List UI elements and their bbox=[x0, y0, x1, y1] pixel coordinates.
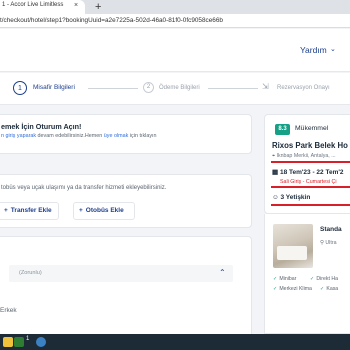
step-2-circle: 2 bbox=[143, 82, 154, 93]
signup-link[interactable]: üye olmak bbox=[104, 133, 129, 139]
login-text-end: için tıklayın bbox=[128, 133, 157, 139]
login-card: emek İçin Oturum Açın! n giriş yaparak d… bbox=[0, 114, 252, 154]
hotel-location: ⌖ Iknbap Merkii, Antalya, ... bbox=[272, 153, 336, 160]
add-bus-button[interactable]: + Otobüs Ekle bbox=[73, 202, 135, 220]
login-link[interactable]: n giriş yaparak bbox=[1, 133, 36, 139]
guest-count-text: 3 Yetişkin bbox=[280, 194, 311, 201]
file-explorer-icon[interactable] bbox=[3, 337, 13, 347]
hotel-location-text: Iknbap Merkii, Antalya, ... bbox=[276, 153, 336, 159]
hotel-name: Rixos Park Belek Ho bbox=[272, 141, 348, 150]
calendar-icon: ▦ bbox=[272, 169, 280, 176]
step-divider bbox=[88, 88, 138, 89]
notification-badge: 1 bbox=[26, 336, 30, 342]
check-icon: ✓ bbox=[320, 286, 325, 292]
step-1-label: Misafir Bilgileri bbox=[33, 84, 75, 91]
chevron-down-icon[interactable]: ⌄ bbox=[330, 45, 336, 53]
rating-badge: 8.3 bbox=[275, 124, 290, 135]
highlight-line bbox=[271, 161, 350, 163]
stay-dates: ▦ 18 Tem'23 - 22 Tem'2 bbox=[272, 168, 344, 176]
amenity-item: ✓ Kasa bbox=[320, 286, 338, 292]
amenity-item: ✓ Minibar bbox=[273, 276, 296, 282]
browser-tab[interactable]: 1 - Accor Live Limitless × bbox=[0, 0, 85, 14]
stay-dates-text: 18 Tem'23 - 22 Tem'2 bbox=[279, 169, 344, 176]
help-menu[interactable]: Yardım bbox=[300, 45, 327, 55]
check-icon: ✓ bbox=[273, 276, 278, 282]
room-board-text: Ultra bbox=[325, 240, 337, 246]
tab-title: 1 - Accor Live Limitless bbox=[2, 2, 64, 8]
login-text-mid: devam edebilirsiniz.Hemen bbox=[36, 133, 104, 139]
rating-label: Mükemmel bbox=[295, 125, 329, 132]
plus-icon: + bbox=[4, 207, 8, 214]
plus-icon: + bbox=[79, 207, 83, 214]
room-board: ⚲ Ultra bbox=[320, 240, 337, 246]
amenity-text: Direkt Ha bbox=[316, 276, 338, 282]
amenity-item: ✓ Direkt Ha bbox=[310, 276, 338, 282]
browser-icon[interactable] bbox=[36, 337, 46, 347]
transfer-card: tobüs veya uçak ulaşımı ya da transfer h… bbox=[0, 174, 252, 228]
site-header: Yardım ⌄ bbox=[0, 29, 350, 72]
amenity-text: Merkezi Klima bbox=[279, 286, 312, 292]
checkout-steps: 1 Misafir Bilgileri 2 Ödeme Bilgileri ⇲ … bbox=[0, 73, 350, 105]
highlight-line bbox=[271, 204, 350, 206]
add-bus-label: Otobüs Ekle bbox=[85, 207, 124, 214]
browser-tabbar: 1 - Accor Live Limitless × + bbox=[0, 0, 350, 14]
add-transfer-label: Transfer Ekle bbox=[10, 207, 52, 214]
room-name: Standa bbox=[320, 226, 342, 233]
step-2-label: Ödeme Bilgileri bbox=[159, 85, 200, 91]
add-transfer-button[interactable]: + Transfer Ekle bbox=[0, 202, 59, 220]
confirmation-icon: ⇲ bbox=[262, 82, 269, 91]
step-1-circle: 1 bbox=[13, 81, 27, 95]
amenity-text: Minibar bbox=[279, 276, 297, 282]
guest-info-card: (Zorunlu) ⌃ bbox=[0, 236, 252, 346]
step-3-label: Rezervasyon Onayı bbox=[277, 85, 330, 91]
new-tab-button[interactable]: + bbox=[95, 0, 101, 14]
check-icon: ✓ bbox=[310, 276, 315, 282]
os-taskbar: 1 bbox=[0, 334, 350, 350]
required-label: (Zorunlu) bbox=[19, 270, 42, 276]
close-tab-icon[interactable]: × bbox=[74, 2, 78, 9]
app-icon[interactable] bbox=[14, 337, 24, 347]
address-bar[interactable]: t/checkout/hotel/step1?bookingUuid=a2e72… bbox=[0, 14, 350, 28]
highlight-line bbox=[271, 186, 350, 188]
login-title: emek İçin Oturum Açın! bbox=[1, 122, 82, 131]
room-summary-card: Standa ⚲ Ultra ✓ Minibar ✓ Direkt Ha ✓ Merk… bbox=[264, 214, 350, 334]
url-text[interactable]: t/checkout/hotel/step1?bookingUuid=a2e72… bbox=[0, 17, 223, 24]
amenity-item: ✓ Merkezi Klima bbox=[273, 286, 312, 292]
checkin-text: Sali Giriş - Cumartesi Çi bbox=[280, 179, 337, 185]
step-divider bbox=[208, 88, 258, 89]
guest-count: ☺ 3 Yetişkin bbox=[272, 194, 310, 201]
login-text: n giriş yaparak devam edebilirsiniz.Heme… bbox=[1, 133, 157, 139]
guest-accordion[interactable]: (Zorunlu) ⌃ bbox=[9, 265, 233, 282]
check-icon: ✓ bbox=[273, 286, 278, 292]
room-photo bbox=[273, 224, 313, 268]
hotel-summary-card: 8.3 Mükemmel Rixos Park Belek Ho ⌖ Iknba… bbox=[264, 114, 350, 214]
amenity-text: Kasa bbox=[326, 286, 339, 292]
chevron-up-icon[interactable]: ⌃ bbox=[219, 268, 226, 277]
transfer-text: tobüs veya uçak ulaşımı ya da transfer h… bbox=[1, 185, 167, 191]
gender-value[interactable]: Erkek bbox=[0, 307, 17, 314]
